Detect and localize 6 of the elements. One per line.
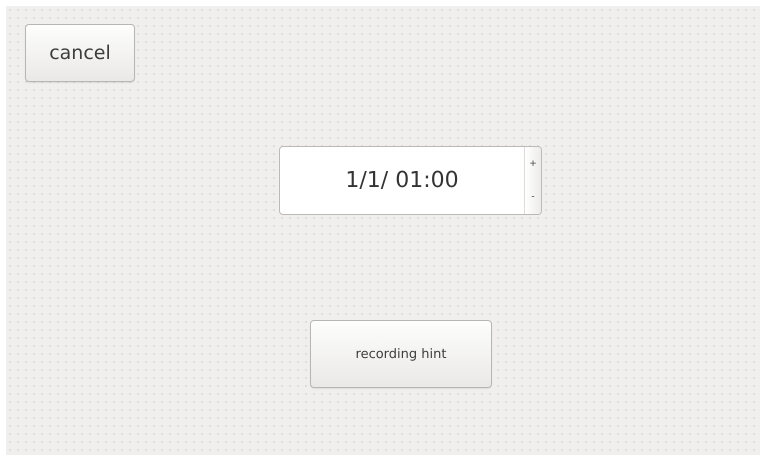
increment-button[interactable]: +: [525, 147, 541, 180]
time-field[interactable]: 1/1/ 01:00: [280, 147, 524, 214]
time-spinbox[interactable]: 1/1/ 01:00 + -: [279, 146, 542, 215]
decrement-button[interactable]: -: [525, 180, 541, 214]
cancel-button[interactable]: cancel: [25, 24, 135, 82]
recording-hint-button[interactable]: recording hint: [310, 320, 492, 388]
